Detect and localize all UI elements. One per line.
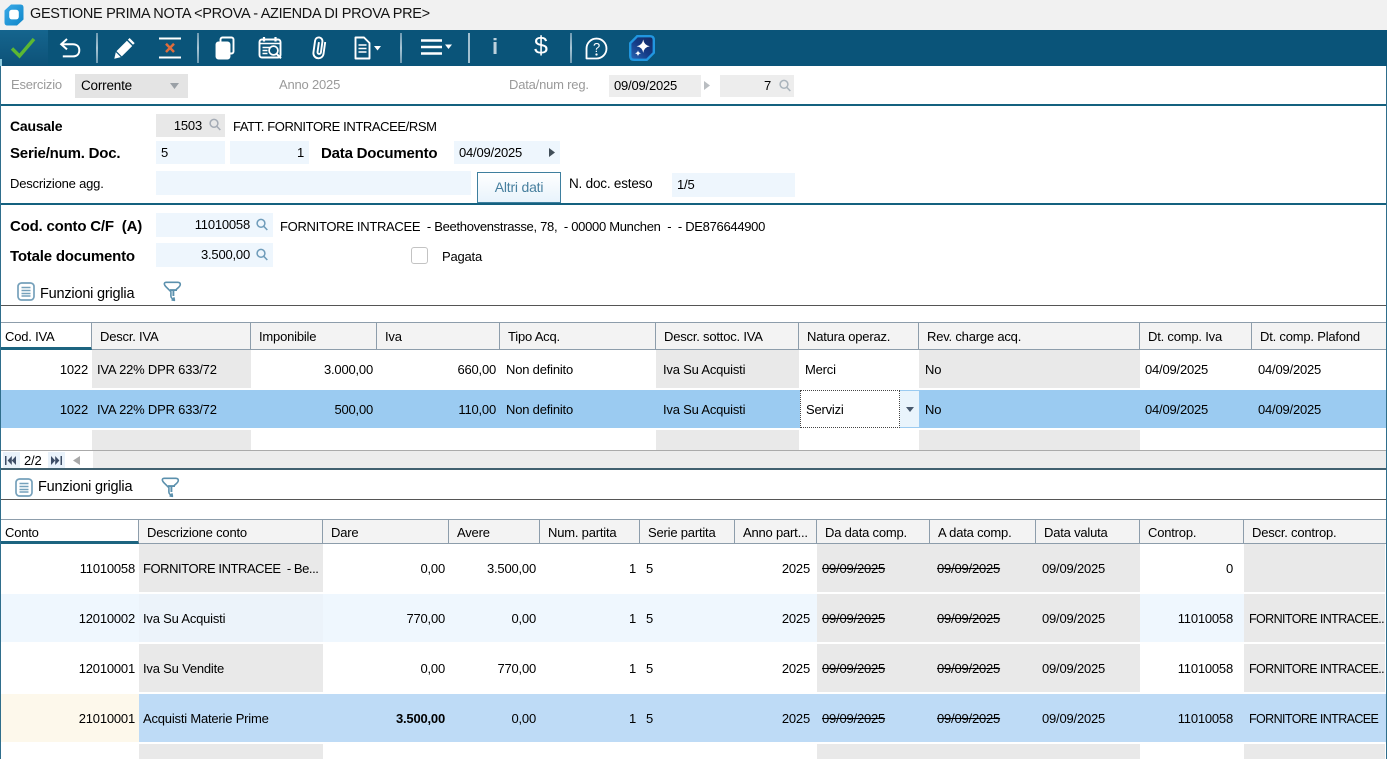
svg-text:?: ?	[593, 40, 600, 55]
